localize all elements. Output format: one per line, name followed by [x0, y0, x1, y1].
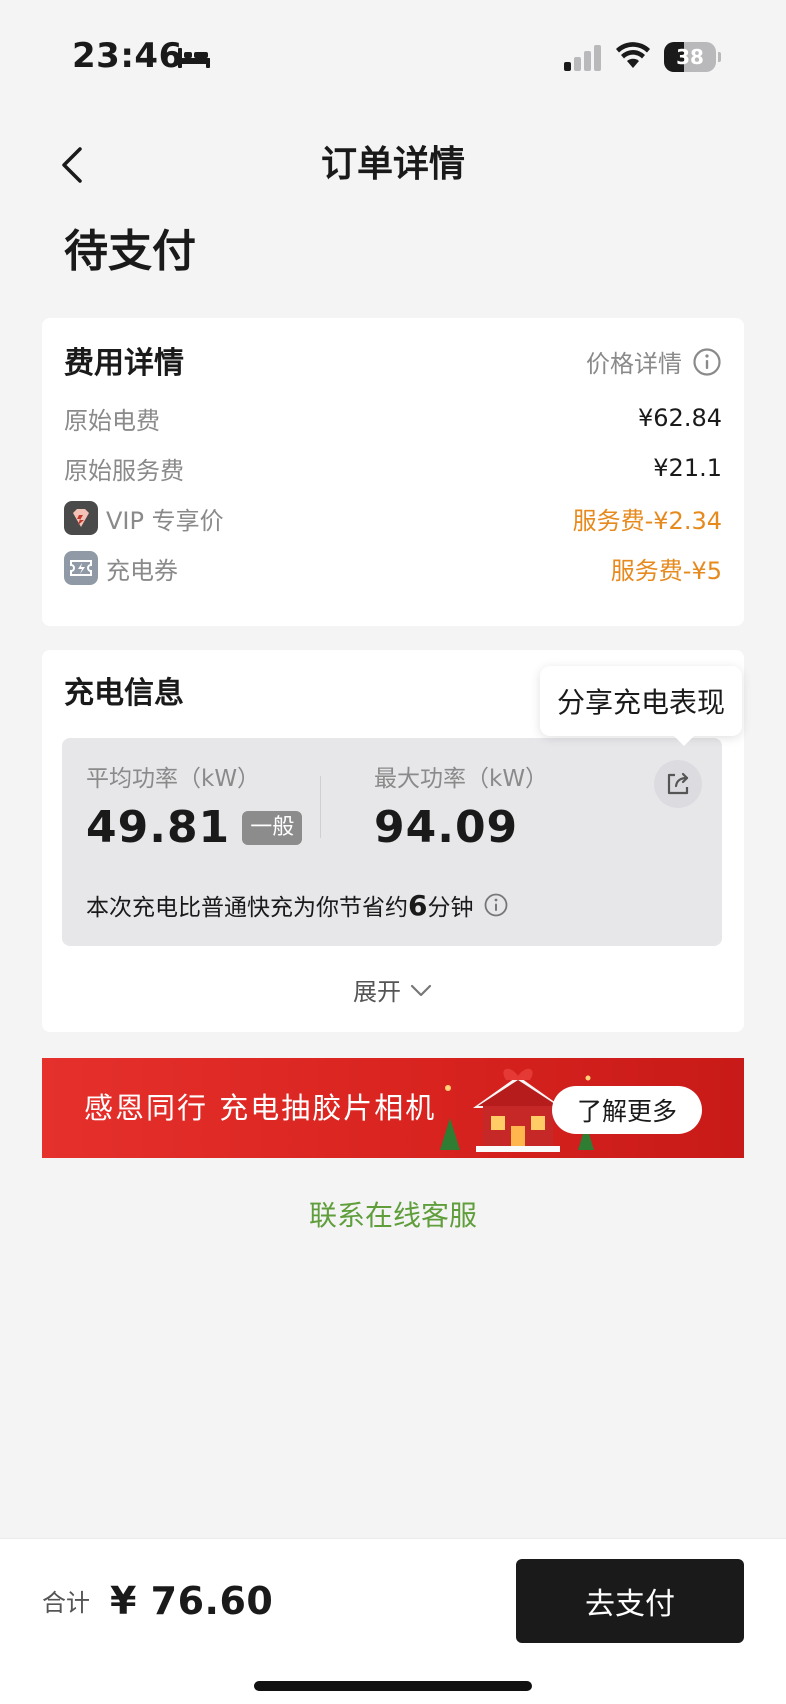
- max-power-label: 最大功率（kW）: [374, 766, 549, 792]
- chevron-down-icon: [410, 984, 432, 996]
- home-indicator[interactable]: [254, 1681, 532, 1691]
- bottom-payment-bar: 合计 ¥ 76.60 去支付: [0, 1538, 786, 1704]
- avg-power-stat: 平均功率（kW） 49.81 一般: [86, 764, 303, 856]
- order-status: 待支付: [64, 226, 196, 277]
- fee-row-electricity: 原始电费 ¥62.84: [64, 400, 722, 436]
- fee-row-coupon: 充电券 服务费-¥5: [64, 550, 722, 586]
- fee-label: 原始电费: [64, 406, 160, 435]
- fee-value-discount: 服务费-¥5: [610, 556, 722, 585]
- info-icon: [693, 347, 721, 376]
- share-tooltip[interactable]: 分享充电表现: [540, 666, 742, 746]
- learn-more-label: 了解更多: [576, 1097, 677, 1126]
- expand-button[interactable]: 展开: [42, 972, 744, 1007]
- promo-banner[interactable]: 感恩同行 充电抽胶片相机 了解更多: [42, 1058, 744, 1158]
- battery-indicator: 38: [664, 42, 721, 72]
- fee-row-vip: VIP 专享价 服务费-¥2.34: [64, 500, 722, 536]
- stat-divider: [320, 776, 321, 838]
- fee-details-card: 费用详情 价格详情 原始电费 ¥62.84 原始服务费 ¥21.1 VIP 专享…: [42, 318, 744, 626]
- charging-info-title: 充电信息: [64, 676, 184, 711]
- page-title: 订单详情: [320, 144, 465, 185]
- fee-value-discount: 服务费-¥2.34: [572, 506, 722, 535]
- battery-tip: [718, 52, 721, 62]
- expand-label: 展开: [353, 978, 401, 1006]
- total-amount: ¥ 76.60: [110, 1579, 274, 1623]
- fee-details-title: 费用详情: [64, 346, 184, 381]
- fee-row-service: 原始服务费 ¥21.1: [64, 450, 722, 486]
- share-icon: [667, 772, 689, 795]
- avg-power-label: 平均功率（kW）: [86, 766, 261, 792]
- tooltip-arrow: [674, 736, 694, 746]
- wifi-icon: [616, 42, 650, 68]
- sleep-focus-icon: [178, 48, 210, 68]
- promo-banner-text: 感恩同行 充电抽胶片相机: [84, 1091, 437, 1125]
- avg-power-value: 49.81: [86, 802, 231, 853]
- status-bar: 23:46 38: [0, 0, 786, 116]
- time-saving-note: 本次充电比普通快充为你节省约6分钟: [86, 888, 509, 922]
- power-level-badge: 一般: [242, 811, 303, 845]
- fee-label: VIP 专享价: [106, 506, 224, 535]
- pay-button[interactable]: 去支付: [516, 1559, 744, 1643]
- price-detail-label: 价格详情: [586, 350, 682, 378]
- coupon-icon: [64, 551, 98, 585]
- fee-value: ¥62.84: [638, 404, 722, 432]
- price-detail-link[interactable]: 价格详情: [586, 344, 722, 379]
- contact-support-link[interactable]: 联系在线客服: [0, 1194, 786, 1234]
- share-tooltip-text: 分享充电表现: [556, 686, 725, 719]
- time-saving-text: 本次充电比普通快充为你节省约6分钟: [86, 889, 474, 922]
- info-icon[interactable]: [483, 892, 509, 918]
- total-label: 合计: [42, 1589, 90, 1617]
- max-power-value: 94.09: [374, 802, 519, 853]
- fee-label: 原始服务费: [64, 456, 184, 485]
- share-button[interactable]: [654, 760, 702, 808]
- status-time: 23:46: [72, 36, 183, 76]
- fee-label: 充电券: [106, 556, 178, 585]
- vip-diamond-icon: [64, 501, 98, 535]
- cellular-signal-icon: [564, 45, 601, 71]
- fee-value: ¥21.1: [653, 454, 722, 482]
- nav-bar: 订单详情: [0, 130, 786, 200]
- charging-stats-box: 平均功率（kW） 49.81 一般 最大功率（kW） 94.09 本次充电比普通…: [62, 738, 722, 946]
- battery-level: 38: [676, 45, 704, 69]
- learn-more-button[interactable]: 了解更多: [552, 1086, 702, 1134]
- max-power-stat: 最大功率（kW） 94.09: [374, 764, 548, 856]
